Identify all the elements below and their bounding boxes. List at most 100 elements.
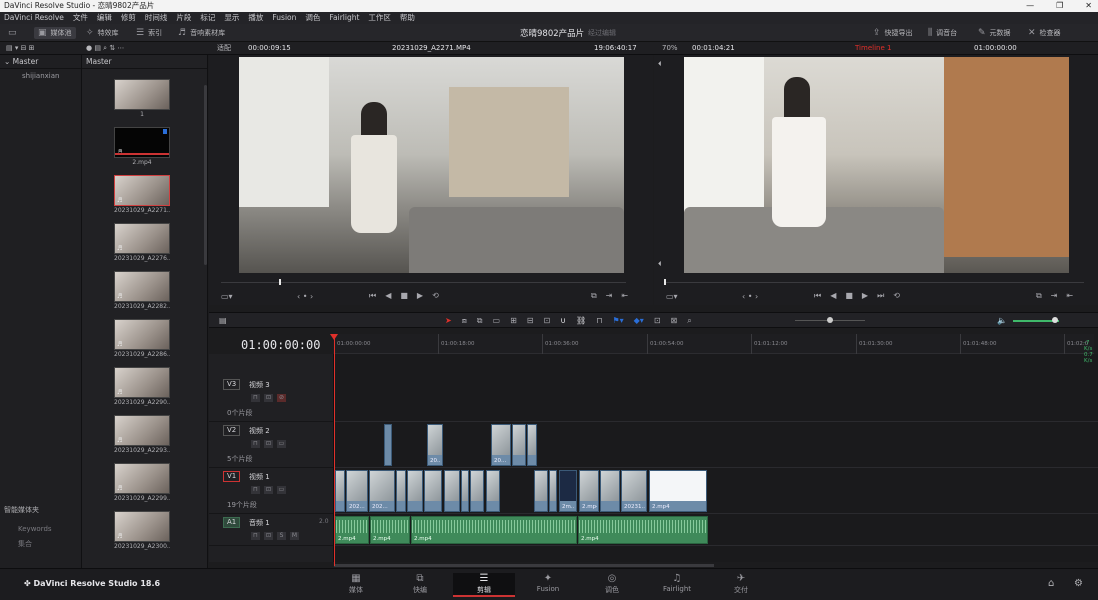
disable-video-icon[interactable]: ⊘ — [277, 394, 286, 402]
play-reverse-icon[interactable]: ◀ — [830, 291, 836, 301]
page-fusion[interactable]: ✦ Fusion — [517, 573, 579, 597]
mute-button[interactable]: M — [290, 532, 299, 540]
quick-export-button[interactable]: ⇪ 快捷导出 — [873, 27, 913, 39]
track-header-a1[interactable]: A1 音频 1 2.0 ⊓ ⊡ S M — [209, 514, 333, 546]
track-header-v3[interactable]: V3 视频 3 ⊓ ⊡ ⊘ 0个片段 — [209, 376, 333, 422]
source-playhead[interactable] — [279, 279, 281, 285]
media-pool-button[interactable]: ▣ 媒体池 — [34, 27, 76, 39]
smart-bins-header[interactable]: 智能媒体夹 — [0, 505, 52, 515]
mark-in-icon[interactable]: ⇥ — [606, 291, 613, 301]
lane-v3[interactable] — [334, 376, 1098, 422]
timeline-clip[interactable]: 202... — [369, 470, 395, 512]
timeline-ruler[interactable]: 01:00:00:00 01:00:18:00 01:00:36:00 01:0… — [334, 334, 1094, 354]
timeline-clip[interactable]: 20231... — [621, 470, 647, 512]
menu-workspace[interactable]: 工作区 — [368, 12, 391, 24]
timeline-hscroll[interactable] — [334, 564, 714, 567]
track-tag[interactable]: V1 — [223, 471, 241, 482]
menu-davinci[interactable]: DaVinci Resolve — [4, 12, 64, 24]
zoom-full-icon[interactable]: ⊡ — [654, 316, 661, 326]
inspector-button[interactable]: ✕ 检查器 — [1028, 27, 1061, 39]
bin-clip[interactable]: ♬ 20231029_A2286.... — [114, 319, 170, 358]
timeline-tracks[interactable]: 20... 20... 202... 202... 2m... 2.mp4 20… — [334, 354, 1098, 567]
menu-file[interactable]: 文件 — [73, 12, 88, 24]
auto-select-icon[interactable]: ⊡ — [264, 394, 273, 402]
menu-clip[interactable]: 片段 — [176, 12, 191, 24]
keywords-bin[interactable]: Keywords — [0, 515, 52, 533]
bin-tools-icon[interactable]: ● ▤ ⌕ ⇅ ⋯ — [86, 42, 124, 55]
menu-mark[interactable]: 标记 — [200, 12, 215, 24]
timeline-jog[interactable]: ‹ • › — [742, 292, 758, 301]
zoom-custom-icon[interactable]: ⌕ — [687, 316, 691, 326]
go-start-icon[interactable]: ⏮ — [369, 291, 376, 301]
timeline-view-options[interactable]: ▭▾ — [666, 292, 678, 301]
track-tag[interactable]: V2 — [223, 425, 241, 436]
menu-color[interactable]: 调色 — [305, 12, 320, 24]
effects-button[interactable]: ✧ 特效库 — [86, 27, 119, 39]
fit-dropdown[interactable]: 适配 — [217, 42, 231, 55]
dynamic-trim-icon[interactable]: ⧉ — [477, 316, 483, 326]
auto-select-icon[interactable]: ⊡ — [264, 532, 273, 540]
bin-clip[interactable]: ♬ 20231029_A2271.... — [114, 175, 170, 214]
audio-clip[interactable]: 2.mp4 — [370, 516, 410, 544]
timeline-clip[interactable] — [512, 424, 526, 466]
audio-clip[interactable]: 2.mp4 — [335, 516, 369, 544]
timeline-clip[interactable]: 2.mp4 — [579, 470, 599, 512]
index-button[interactable]: ☰ 索引 — [136, 27, 162, 39]
page-media[interactable]: ▦ 媒体 — [325, 573, 387, 597]
timeline-timecode[interactable]: 01:00:00:00 — [241, 338, 320, 352]
close-button[interactable]: ✕ — [1085, 0, 1092, 12]
solo-button[interactable]: S — [277, 532, 286, 540]
collections-bin[interactable]: 集合 — [0, 533, 52, 549]
stop-icon[interactable]: ■ — [400, 291, 408, 301]
match-frame-icon[interactable]: ⧉ — [1036, 291, 1042, 301]
monitor-toggle[interactable]: ▭ — [8, 27, 17, 39]
menu-fusion[interactable]: Fusion — [272, 12, 296, 24]
lock-icon[interactable]: ⊓ — [251, 440, 260, 448]
page-edit[interactable]: ☰ 剪辑 — [453, 573, 515, 597]
lane-v1[interactable]: 202... 202... 2m... 2.mp4 20231... 2.mp4 — [334, 468, 1098, 514]
zoom-detail-icon[interactable]: ⊠ — [671, 316, 678, 326]
timeline-clip[interactable]: 2.mp4 — [649, 470, 707, 512]
prev-edit-icon[interactable]: ⏴ — [658, 60, 662, 69]
menu-view[interactable]: 显示 — [224, 12, 239, 24]
timeline-clip[interactable] — [470, 470, 484, 512]
sound-library-button[interactable]: ♬ 音响素材库 — [178, 27, 225, 39]
timeline-clip[interactable]: 20... — [427, 424, 443, 466]
menu-timeline[interactable]: 时间线 — [145, 12, 168, 24]
timeline-clip[interactable] — [335, 470, 345, 512]
source-jog[interactable]: ‹ • › — [297, 292, 313, 301]
timeline-clip[interactable] — [396, 470, 406, 512]
timeline-clip[interactable]: 20... — [491, 424, 511, 466]
bin-scrollbar[interactable] — [204, 85, 207, 265]
minimize-button[interactable]: — — [1026, 0, 1034, 12]
disable-video-icon[interactable]: ▭ — [277, 486, 286, 494]
playhead-handle[interactable] — [330, 334, 338, 340]
track-name[interactable]: 视频 2 — [249, 426, 270, 436]
replace-clip-icon[interactable]: ⊡ — [543, 316, 550, 326]
lane-a1[interactable]: 2.mp4 2.mp4 2.mp4 2.mp4 — [334, 514, 1098, 546]
go-start-icon[interactable]: ⏮ — [814, 291, 821, 301]
lock-icon[interactable]: ⊓ — [596, 316, 602, 326]
marker-icon[interactable]: ◆▾ — [634, 316, 644, 326]
lock-icon[interactable]: ⊓ — [251, 394, 260, 402]
page-deliver[interactable]: ✈ 交付 — [710, 573, 772, 597]
timeline-clip[interactable] — [461, 470, 469, 512]
source-scrubber[interactable] — [221, 282, 626, 283]
timeline-playhead[interactable] — [334, 334, 335, 566]
blade-tool-icon[interactable]: ▭ — [493, 316, 501, 326]
metadata-button[interactable]: ✎ 元数据 — [978, 27, 1011, 39]
match-frame-icon[interactable]: ⧉ — [591, 291, 597, 301]
source-view-options[interactable]: ▭▾ — [221, 292, 233, 301]
timeline-clip[interactable] — [444, 470, 460, 512]
timeline-clip[interactable] — [549, 470, 557, 512]
timeline-options-icon[interactable]: ▤ — [219, 316, 227, 325]
track-name[interactable]: 视频 1 — [249, 472, 270, 482]
track-header-v1[interactable]: V1 视频 1 ⊓ ⊡ ▭ 19个片段 — [209, 468, 333, 514]
auto-select-icon[interactable]: ⊡ — [264, 440, 273, 448]
overwrite-clip-icon[interactable]: ⊟ — [527, 316, 534, 326]
menu-edit[interactable]: 编辑 — [97, 12, 112, 24]
menu-playback[interactable]: 播放 — [248, 12, 263, 24]
bin-clip[interactable]: ♬ 20231029_A2290.... — [114, 367, 170, 406]
timeline-name[interactable]: Timeline 1 — [855, 42, 891, 55]
zoom-level[interactable]: 70% — [662, 42, 678, 55]
